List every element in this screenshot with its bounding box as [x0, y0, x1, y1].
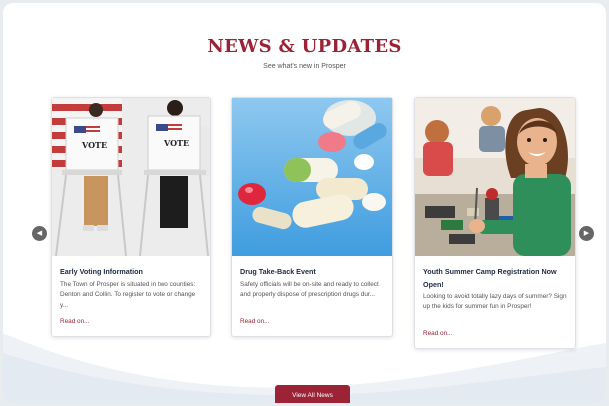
chevron-left-icon: ◀	[36, 229, 43, 237]
news-card[interactable]: Drug Take-Back Event Safety officials wi…	[231, 97, 393, 337]
read-more-link[interactable]: Read on...	[423, 330, 453, 337]
kids-robotics-image[interactable]	[415, 98, 575, 256]
card-title[interactable]: Youth Summer Camp Registration Now Open!	[423, 266, 569, 291]
carousel-prev-button[interactable]: ◀	[32, 226, 47, 241]
card-title[interactable]: Drug Take-Back Event	[240, 266, 386, 278]
card-excerpt: Looking to avoid totally lazy days of su…	[423, 293, 567, 311]
read-more-link[interactable]: Read on...	[240, 318, 270, 325]
card-title[interactable]: Early Voting Information	[60, 266, 204, 278]
news-section: NEWS & UPDATES See what's new in Prosper	[3, 3, 606, 403]
read-more-link[interactable]: Read on...	[60, 318, 90, 325]
section-title: NEWS & UPDATES	[207, 36, 402, 57]
section-subtitle: See what's new in Prosper	[263, 63, 346, 70]
card-excerpt: The Town of Prosper is situated in two c…	[60, 281, 196, 309]
svg-text:VOTE: VOTE	[163, 138, 189, 148]
news-card[interactable]: Youth Summer Camp Registration Now Open!…	[414, 97, 576, 349]
card-excerpt: Safety officials will be on-site and rea…	[240, 281, 379, 299]
svg-text:VOTE: VOTE	[81, 140, 107, 150]
voting-booths-image[interactable]: VOTE VOTE	[52, 98, 210, 256]
news-card[interactable]: VOTE VOTE Early Voting Information The T…	[51, 97, 211, 337]
chevron-right-icon: ▶	[583, 229, 590, 237]
carousel-next-button[interactable]: ▶	[579, 226, 594, 241]
pills-image[interactable]	[232, 98, 392, 256]
view-all-news-button[interactable]: View All News	[275, 385, 350, 403]
